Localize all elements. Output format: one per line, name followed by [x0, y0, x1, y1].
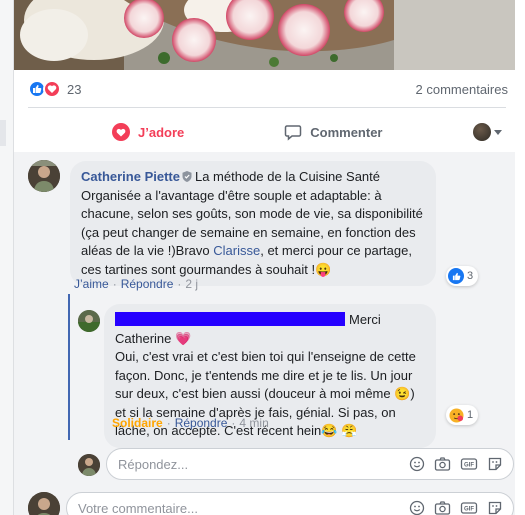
reply-link[interactable]: Répondre	[175, 416, 228, 430]
emoji-steam: 😤	[341, 423, 358, 438]
comment-button[interactable]: Commenter	[284, 123, 383, 141]
reply-author-avatar[interactable]	[78, 310, 100, 332]
separator-dot: ·	[112, 277, 117, 291]
comment-input-tools: GIF	[409, 500, 503, 515]
divider	[28, 107, 506, 108]
camera-icon[interactable]	[434, 456, 451, 472]
gutter-marker	[0, 120, 6, 146]
reaction-count[interactable]: 23	[67, 82, 81, 97]
reply-meta: Solidaire · Répondre · 4 min	[112, 416, 269, 430]
comment-icon	[284, 123, 302, 141]
comment-button-label: Commenter	[310, 124, 383, 140]
reply-link[interactable]: Répondre	[121, 277, 174, 291]
comments-section: Catherine Piette La méthode de la Cuisine…	[14, 152, 515, 515]
like-link[interactable]: J’aime	[74, 277, 109, 291]
separator-dot: ·	[166, 416, 171, 430]
reply-text-continued: Oui, c'est vrai et c'est bien toi qui l'…	[115, 349, 416, 401]
emoji-heart: 💗	[175, 330, 192, 346]
gif-icon[interactable]: GIF	[460, 500, 478, 515]
separator-dot: ·	[231, 416, 236, 430]
comment-meta: J’aime · Répondre · 2 j	[74, 277, 198, 291]
reply-reaction-pill[interactable]: 1	[446, 405, 479, 425]
reaction-icons[interactable]	[28, 80, 61, 98]
reply-input-box: GIF	[106, 448, 514, 480]
separator-dot: ·	[177, 277, 182, 291]
left-gutter	[0, 0, 14, 515]
thread-indicator	[68, 294, 70, 440]
emoji-laugh: 😂	[321, 423, 338, 438]
comment-input-box: GIF	[66, 492, 514, 515]
reply-reaction-count: 1	[467, 409, 474, 421]
commenter-avatar[interactable]	[28, 160, 60, 192]
emoji-tongue: 😛	[315, 261, 332, 277]
comment-reaction-pill[interactable]: 3	[446, 266, 479, 286]
comments-count[interactable]: 2 commentaires	[416, 82, 508, 97]
camera-icon[interactable]	[434, 500, 451, 515]
emoji-wink: 😉	[394, 386, 411, 401]
solidaire-badge[interactable]: Solidaire	[112, 416, 163, 430]
like-reaction-icon	[448, 268, 464, 284]
chevron-down-icon	[494, 129, 502, 135]
profile-photo-icon	[28, 160, 60, 192]
emoji-picker-icon[interactable]	[409, 456, 425, 472]
sticker-icon[interactable]	[487, 500, 503, 515]
comment-bubble: Catherine Piette La méthode de la Cuisine…	[70, 161, 436, 286]
profile-photo-icon	[28, 492, 60, 515]
comment-author[interactable]: Catherine Piette	[81, 169, 180, 184]
reply-input[interactable]	[118, 456, 409, 472]
post-photo[interactable]	[14, 0, 515, 70]
comment-input[interactable]	[78, 500, 409, 515]
sticker-icon[interactable]	[487, 456, 503, 472]
love-reaction-icon	[43, 80, 61, 98]
reply-timestamp[interactable]: 4 min	[239, 416, 268, 430]
profile-photo-icon	[78, 454, 100, 476]
comment-reaction-count: 3	[467, 270, 474, 282]
reactions-summary: 23 2 commentaires	[28, 76, 508, 102]
emoji-picker-icon[interactable]	[409, 500, 425, 515]
mention-link[interactable]: Clarisse	[213, 243, 260, 258]
comment-timestamp[interactable]: 2 j	[185, 277, 198, 291]
love-button-label: J’adore	[138, 124, 185, 140]
reply-input-tools: GIF	[409, 456, 503, 472]
profile-photo-icon	[78, 310, 100, 332]
redacted-author-name	[115, 312, 345, 326]
gif-icon[interactable]: GIF	[460, 456, 478, 472]
post-card: 23 2 commentaires J’adore Commenter Cath…	[14, 0, 525, 515]
current-user-avatar	[28, 492, 60, 515]
current-user-avatar	[78, 454, 100, 476]
hug-reaction-icon	[448, 407, 464, 423]
avatar	[473, 123, 491, 141]
moderator-shield-icon	[182, 171, 192, 182]
svg-text:GIF: GIF	[464, 507, 474, 513]
radish-toast-image	[14, 0, 515, 70]
post-action-bar: J’adore Commenter	[28, 113, 506, 151]
post-as-selector[interactable]	[473, 123, 502, 141]
love-button[interactable]: J’adore	[112, 123, 184, 141]
heart-icon	[112, 123, 130, 141]
svg-text:GIF: GIF	[464, 463, 474, 469]
